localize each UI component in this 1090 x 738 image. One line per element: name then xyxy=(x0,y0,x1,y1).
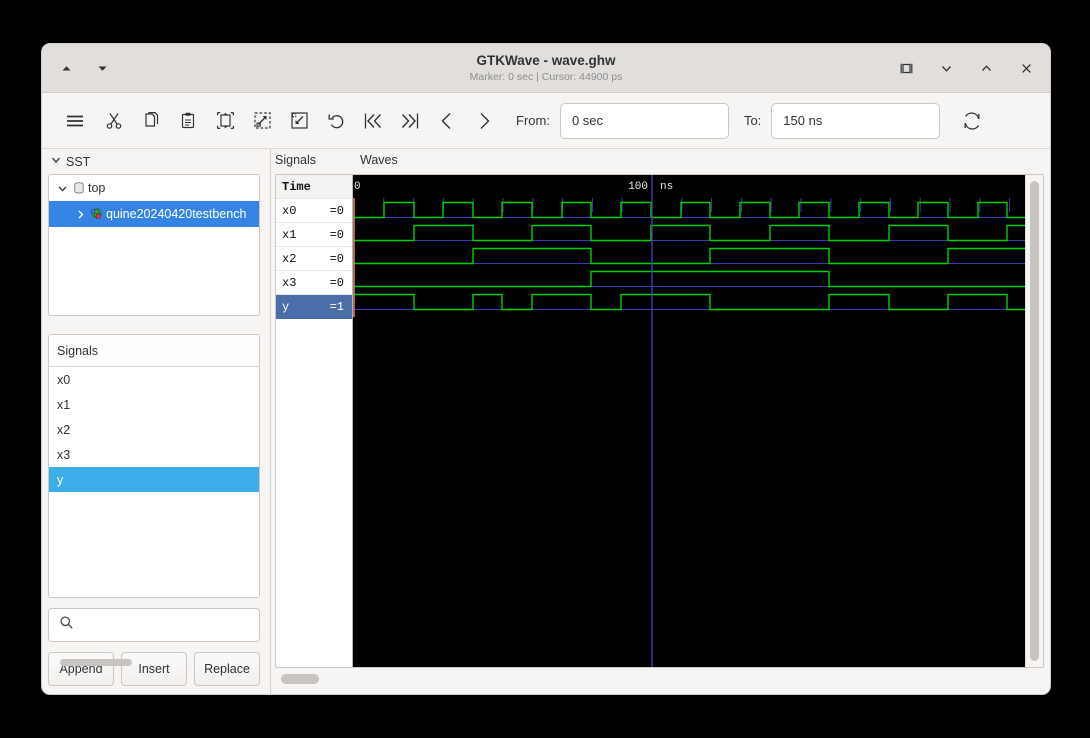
to-time-value: 150 ns xyxy=(783,113,823,128)
tree-row-label: top xyxy=(88,181,106,195)
gtkwave-window: GTKWave - wave.ghw Marker: 0 sec | Curso… xyxy=(42,44,1050,694)
waveform-canvas[interactable]: 0 100 ns xyxy=(353,175,1025,667)
signal-row-name: Time xyxy=(282,179,311,194)
chevron-up-icon[interactable] xyxy=(976,58,996,78)
titlebar-nav-group xyxy=(56,58,112,78)
list-item[interactable]: x0 xyxy=(49,367,259,392)
signal-row-name: x1 xyxy=(282,227,297,242)
signal-row[interactable]: x2 =0 xyxy=(276,247,352,271)
scrollbar-thumb[interactable] xyxy=(1030,181,1039,661)
list-item[interactable]: x3 xyxy=(49,442,259,467)
module-cylinder-icon xyxy=(69,181,88,195)
hamburger-menu-icon[interactable] xyxy=(56,104,94,138)
scrollbar-thumb[interactable] xyxy=(60,659,132,666)
to-time-input[interactable]: 150 ns xyxy=(771,102,941,139)
tree-row-label: quine20240420testbench xyxy=(106,207,247,221)
from-label: From: xyxy=(516,113,550,128)
signal-row-value: =0 xyxy=(329,227,344,242)
triangle-down-icon[interactable] xyxy=(92,58,112,78)
close-icon[interactable] xyxy=(1016,58,1036,78)
instance-globe-icon xyxy=(87,207,106,221)
signal-row-value: =1 xyxy=(329,299,344,314)
sst-tree[interactable]: top quine20240420testbench xyxy=(48,174,260,316)
undo-icon[interactable] xyxy=(319,104,353,138)
signals-column-title: Signals xyxy=(275,153,316,167)
pane-splitter[interactable] xyxy=(266,149,275,694)
signal-row-name: x0 xyxy=(282,203,297,218)
chevron-down-icon[interactable] xyxy=(55,183,69,194)
svg-text:ns: ns xyxy=(660,181,673,193)
search-input[interactable] xyxy=(81,617,249,633)
splitter-grip xyxy=(270,149,271,694)
clipboard-paste-icon[interactable] xyxy=(171,104,205,138)
signal-row[interactable]: x1 =0 xyxy=(276,223,352,247)
tree-row[interactable]: top xyxy=(49,175,259,201)
signal-row[interactable]: x3 =0 xyxy=(276,271,352,295)
list-item[interactable]: y xyxy=(49,467,259,492)
signal-row-value: =0 xyxy=(329,203,344,218)
main-body: SST top quine20240420testbench Signals x… xyxy=(42,149,1050,694)
to-label: To: xyxy=(743,113,762,128)
wave-pane-headers: Signals Waves xyxy=(275,153,1044,171)
signal-name: x2 xyxy=(57,422,71,437)
sidebar-signals-list[interactable]: x0 x1 x2 x3 y xyxy=(49,367,259,597)
signal-row-value: =0 xyxy=(329,275,344,290)
from-time-input[interactable]: 0 sec xyxy=(559,102,729,139)
title-bar: GTKWave - wave.ghw Marker: 0 sec | Curso… xyxy=(42,44,1050,93)
wave-vertical-scrollbar[interactable] xyxy=(1025,175,1043,667)
signal-row-name: x3 xyxy=(282,275,297,290)
chevron-down-icon xyxy=(50,153,62,171)
signal-name: x0 xyxy=(57,372,71,387)
next-edge-icon[interactable] xyxy=(467,104,501,138)
waveform-svg: 0 100 ns xyxy=(353,175,1025,667)
sidebar-signals-box: Signals x0 x1 x2 x3 y xyxy=(48,334,260,598)
reload-icon[interactable] xyxy=(955,104,989,138)
search-icon xyxy=(59,615,74,635)
signal-row-name: x2 xyxy=(282,251,297,266)
zoom-fit-icon[interactable] xyxy=(208,104,242,138)
triangle-up-icon[interactable] xyxy=(56,58,76,78)
svg-text:0: 0 xyxy=(354,181,361,193)
scissors-cut-icon[interactable] xyxy=(97,104,131,138)
sidebar-signals-header: Signals xyxy=(49,335,259,367)
previous-edge-icon[interactable] xyxy=(430,104,464,138)
list-item[interactable]: x1 xyxy=(49,392,259,417)
signal-name: y xyxy=(57,472,64,487)
chevron-down-icon[interactable] xyxy=(936,58,956,78)
main-toolbar: From: 0 sec To: 150 ns xyxy=(42,93,1050,149)
signal-row-time: Time xyxy=(276,175,352,199)
zoom-in-icon[interactable] xyxy=(245,104,279,138)
skip-to-end-icon[interactable] xyxy=(393,104,427,138)
from-time-value: 0 sec xyxy=(571,113,604,128)
sidebar-horizontal-scrollbar[interactable] xyxy=(48,658,260,670)
copy-icon[interactable] xyxy=(134,104,168,138)
waves-column-title: Waves xyxy=(360,153,398,167)
marker-cursor-status: Marker: 0 sec | Cursor: 44900 ps xyxy=(469,70,623,83)
list-item[interactable]: x2 xyxy=(49,417,259,442)
chevron-right-icon[interactable] xyxy=(73,209,87,220)
signal-name: x3 xyxy=(57,447,71,462)
sst-header[interactable]: SST xyxy=(48,153,260,171)
zoom-out-icon[interactable] xyxy=(282,104,316,138)
fullscreen-icon[interactable] xyxy=(896,58,916,78)
skip-to-start-icon[interactable] xyxy=(356,104,390,138)
signal-row[interactable]: y =1 xyxy=(276,295,352,319)
signal-row-name: y xyxy=(282,299,290,314)
window-controls xyxy=(896,58,1036,78)
wave-main-area: Time x0 =0 x1 =0 x2 =0 x3 =0 y =1 0 100 … xyxy=(275,174,1044,668)
svg-text:100: 100 xyxy=(628,181,648,193)
window-title: GTKWave - wave.ghw xyxy=(476,52,616,68)
signal-row[interactable]: x0 =0 xyxy=(276,199,352,223)
signal-row-value: =0 xyxy=(329,251,344,266)
wave-horizontal-scrollbar[interactable] xyxy=(275,673,1044,685)
search-box[interactable] xyxy=(48,608,260,642)
sidebar-pane: SST top quine20240420testbench Signals x… xyxy=(42,149,266,694)
wave-pane: Signals Waves Time x0 =0 x1 =0 x2 =0 x3 … xyxy=(275,149,1050,694)
scrollbar-thumb[interactable] xyxy=(281,674,319,684)
tree-row[interactable]: quine20240420testbench xyxy=(49,201,259,227)
wave-bottom-scroll-row xyxy=(275,672,1044,686)
signal-name: x1 xyxy=(57,397,71,412)
signal-value-column[interactable]: Time x0 =0 x1 =0 x2 =0 x3 =0 y =1 xyxy=(276,175,353,667)
sst-label: SST xyxy=(66,155,91,169)
